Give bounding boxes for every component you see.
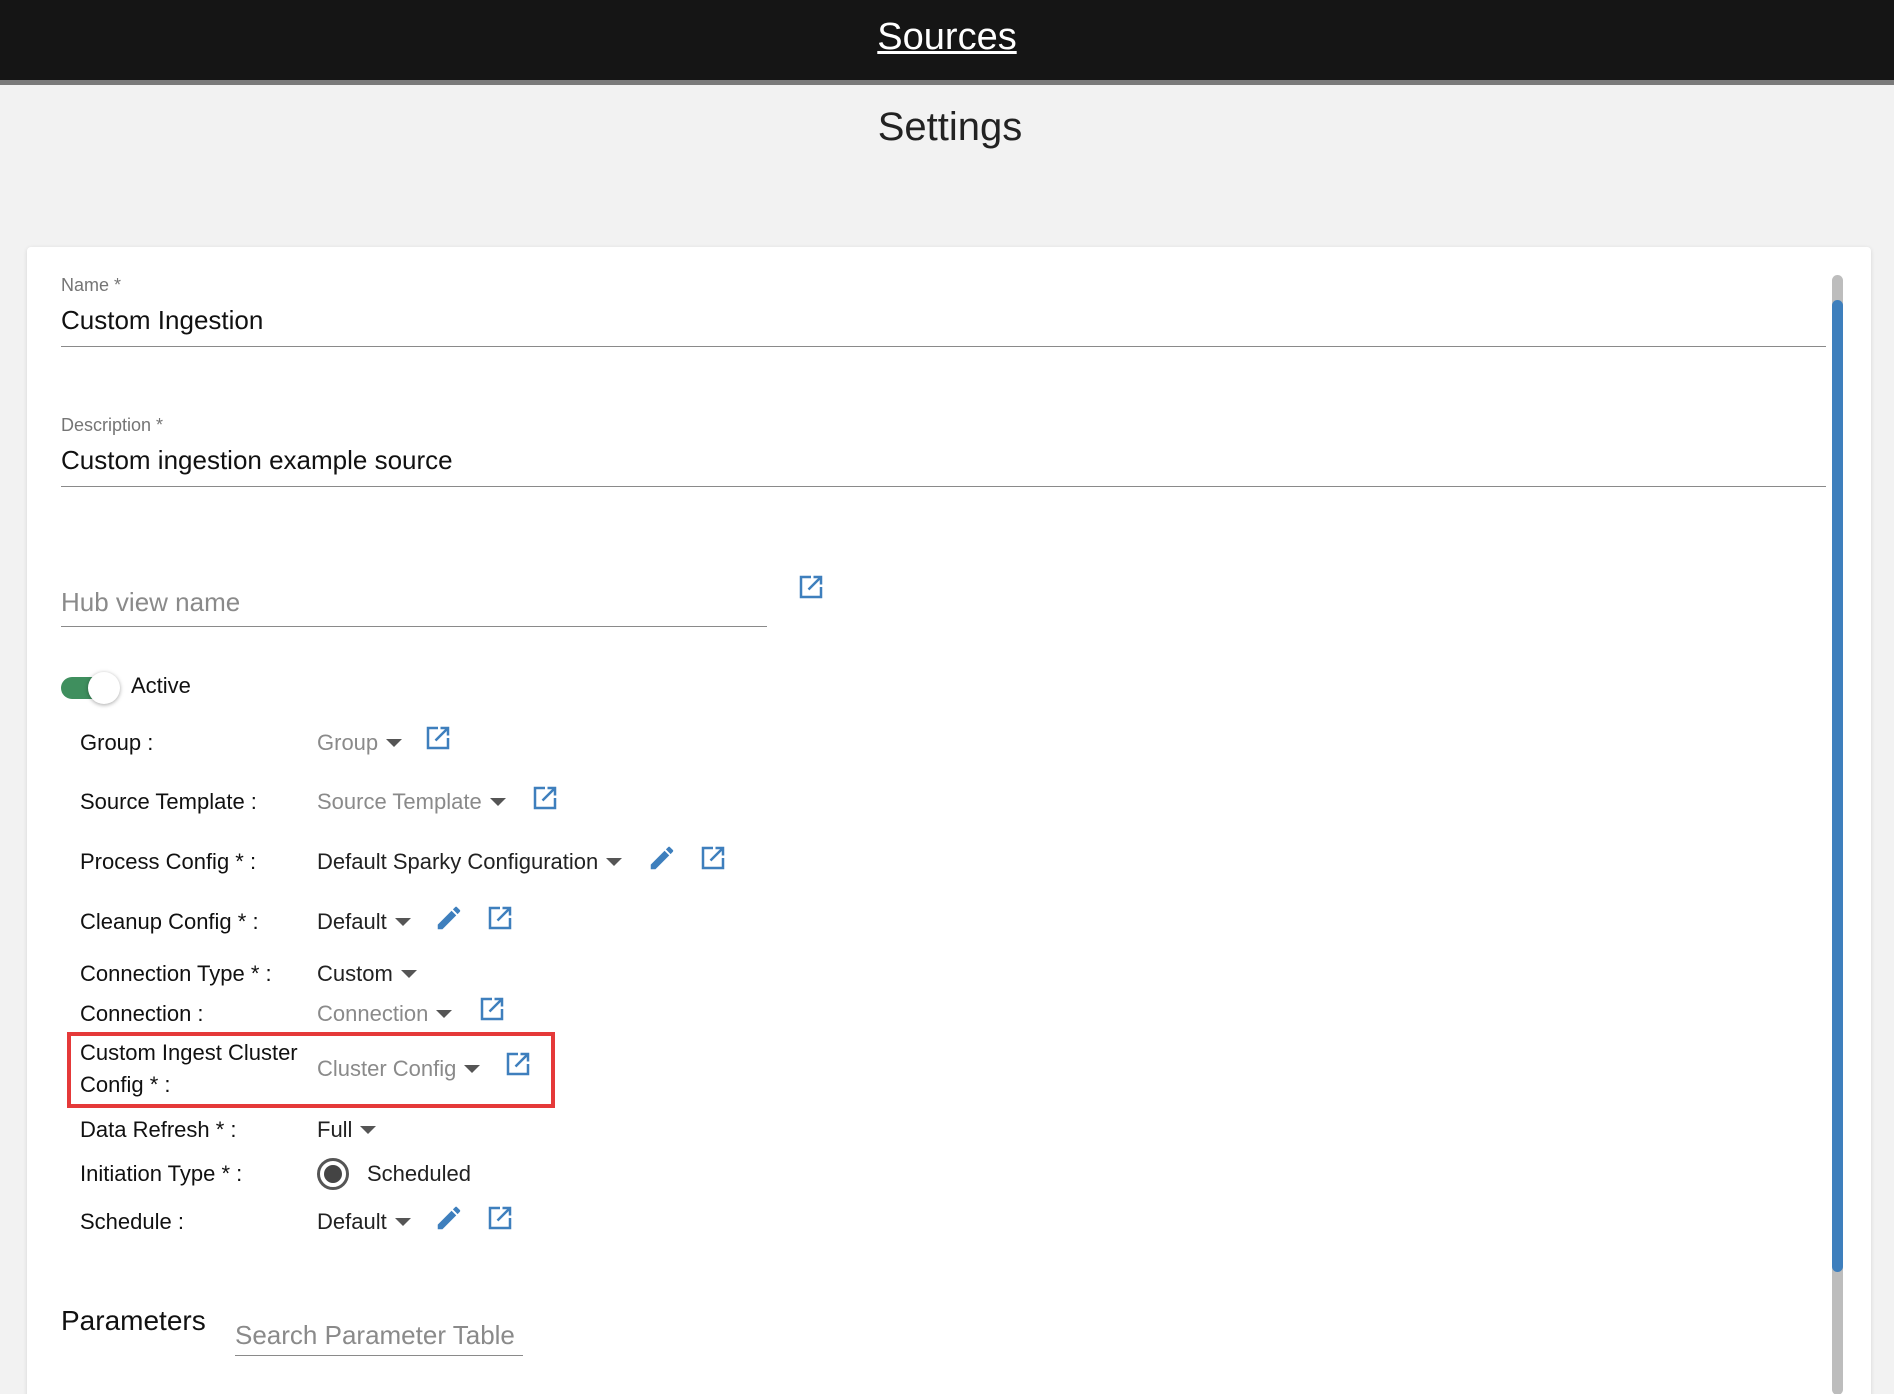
scheduled-radio-label[interactable]: Scheduled (367, 1161, 471, 1187)
caret-down-icon (394, 918, 411, 926)
caret-down-icon (489, 798, 506, 806)
caret-down-icon (436, 1010, 453, 1018)
open-external-icon[interactable] (485, 903, 515, 933)
name-value[interactable]: Custom Ingestion (61, 305, 263, 336)
process-config-select-value: Default Sparky Configuration (317, 849, 599, 874)
pencil-icon[interactable] (434, 903, 464, 933)
active-toggle-knob[interactable] (88, 672, 120, 704)
name-underline (61, 346, 1826, 347)
cleanup-config-select-value: Default (317, 909, 387, 934)
data-refresh-select[interactable]: Full (317, 1117, 377, 1143)
top-bar: Sources (0, 0, 1894, 85)
name-field[interactable]: Name * Custom Ingestion (61, 275, 1826, 349)
pencil-icon[interactable] (647, 843, 677, 873)
description-field[interactable]: Description * Custom ingestion example s… (61, 415, 1826, 489)
source-template-label: Source Template : (80, 789, 257, 814)
caret-down-icon (394, 1218, 411, 1226)
open-external-icon[interactable] (423, 723, 453, 753)
description-label: Description * (61, 415, 164, 435)
group-select-value: Group (317, 730, 379, 755)
cleanup-config-select[interactable]: Default (317, 909, 411, 935)
open-external-icon[interactable] (477, 994, 507, 1024)
caret-down-icon (386, 739, 403, 747)
data-refresh-select-value: Full (317, 1117, 353, 1142)
connection-type-select-value: Custom (317, 961, 393, 986)
source-template-select-value: Source Template (317, 789, 482, 814)
hub-view-name-underline (61, 626, 767, 627)
cluster-config-label-line2: Config * : (80, 1072, 171, 1097)
schedule-select-value: Default (317, 1209, 387, 1234)
description-underline (61, 486, 1826, 487)
connection-select[interactable]: Connection (317, 1001, 453, 1027)
data-refresh-label: Data Refresh * : (80, 1117, 237, 1142)
connection-label: Connection : (80, 1001, 204, 1026)
process-config-select[interactable]: Default Sparky Configuration (317, 849, 623, 875)
source-template-select[interactable]: Source Template (317, 789, 506, 815)
search-parameter-input[interactable] (235, 1316, 523, 1356)
description-value[interactable]: Custom ingestion example source (61, 445, 453, 476)
open-external-icon[interactable] (796, 572, 826, 602)
active-label: Active (131, 673, 191, 698)
cluster-config-label-line1: Custom Ingest Cluster (80, 1040, 298, 1065)
initiation-type-label: Initiation Type * : (80, 1161, 243, 1186)
caret-down-icon (400, 970, 417, 978)
group-select[interactable]: Group (317, 730, 403, 756)
schedule-select[interactable]: Default (317, 1209, 411, 1235)
hub-view-name-placeholder[interactable]: Hub view name (61, 587, 240, 618)
connection-type-select[interactable]: Custom (317, 961, 417, 987)
page-title: Settings (877, 105, 1023, 149)
open-external-icon[interactable] (503, 1049, 533, 1079)
hub-view-name-field[interactable]: Hub view name (61, 585, 767, 629)
caret-down-icon (464, 1065, 481, 1073)
open-external-icon[interactable] (485, 1203, 515, 1233)
scrollbar-thumb[interactable] (1832, 300, 1843, 1272)
cluster-config-select[interactable]: Cluster Config (317, 1056, 481, 1082)
sources-link[interactable]: Sources (0, 16, 1894, 59)
connection-select-value: Connection (317, 1001, 429, 1026)
scheduled-radio-dot (324, 1165, 342, 1183)
caret-down-icon (360, 1126, 377, 1134)
open-external-icon[interactable] (530, 783, 560, 813)
connection-type-label: Connection Type * : (80, 961, 272, 986)
caret-down-icon (606, 858, 623, 866)
cleanup-config-label: Cleanup Config * : (80, 909, 259, 934)
schedule-label: Schedule : (80, 1209, 184, 1234)
parameters-title: Parameters (61, 1305, 206, 1336)
name-label: Name * (61, 275, 122, 295)
group-label: Group : (80, 730, 154, 755)
pencil-icon[interactable] (434, 1203, 464, 1233)
process-config-label: Process Config * : (80, 849, 257, 874)
cluster-config-select-value: Cluster Config (317, 1056, 457, 1081)
open-external-icon[interactable] (698, 843, 728, 873)
